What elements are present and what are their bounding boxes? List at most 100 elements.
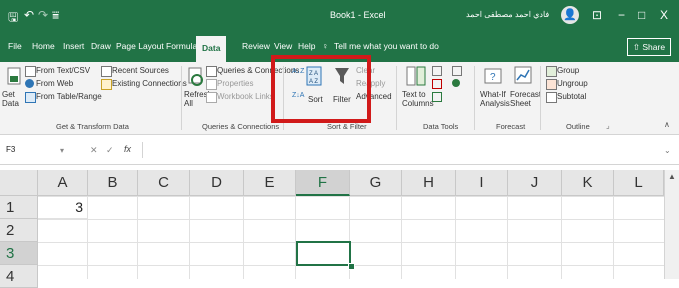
tell-me-box[interactable]: Tell me what you want to do xyxy=(334,41,439,51)
group-label-outline: Outline xyxy=(566,122,590,131)
column-header-d[interactable]: D xyxy=(190,170,244,196)
from-text-csv-button[interactable]: From Text/CSV xyxy=(36,66,90,75)
group-label-sort-filter: Sort & Filter xyxy=(327,122,367,131)
column-header-l[interactable]: L xyxy=(614,170,664,196)
data-validation-icon[interactable] xyxy=(432,92,442,102)
fill-handle[interactable] xyxy=(348,263,355,270)
name-box[interactable]: F3 xyxy=(6,142,68,158)
save-icon[interactable]: 🖫 xyxy=(8,8,18,29)
gridline xyxy=(189,196,190,279)
from-table-range-button[interactable]: From Table/Range xyxy=(36,92,102,101)
row-header-1[interactable]: 1 xyxy=(0,196,38,219)
active-cell-f3[interactable] xyxy=(296,241,351,266)
column-header-j[interactable]: J xyxy=(508,170,562,196)
consolidate-icon[interactable] xyxy=(452,66,462,76)
maximize-button[interactable]: □ xyxy=(638,8,645,22)
scroll-up-arrow-icon[interactable]: ▲ xyxy=(668,172,676,181)
row-header-4[interactable]: 4 xyxy=(0,265,38,288)
workbook-links-button[interactable]: Workbook Links xyxy=(217,92,274,101)
user-avatar-icon[interactable]: 👤 xyxy=(561,6,579,24)
tab-insert[interactable]: Insert xyxy=(63,41,84,51)
worksheet-grid: A B C D E F G H I J K L ▲ 1 2 3 4 3 xyxy=(0,170,679,288)
gridline xyxy=(243,196,244,279)
existing-connections-button[interactable]: Existing Connections xyxy=(112,79,187,88)
ungroup-icon xyxy=(546,79,557,90)
get-data-icon xyxy=(7,67,21,85)
share-icon: ⇧ xyxy=(632,42,643,52)
column-header-h[interactable]: H xyxy=(402,170,456,196)
collapse-ribbon-icon[interactable]: ∧ xyxy=(664,120,670,129)
column-header-f[interactable]: F xyxy=(296,170,350,196)
gridline xyxy=(613,196,614,279)
customize-qat-icon[interactable]: ⩸ xyxy=(52,8,59,23)
confirm-entry-icon[interactable]: ✓ xyxy=(106,145,114,156)
user-name: فادي احمد مصطفى احمد xyxy=(466,10,550,19)
undo-icon[interactable]: ↶ xyxy=(24,8,34,22)
group-separator xyxy=(474,66,475,130)
cancel-entry-icon[interactable]: ✕ xyxy=(90,145,98,156)
title-bar: 🖫 ↶ ↷ ⩸ Book1 - Excel فادي احمد مصطفى اح… xyxy=(0,0,679,32)
existing-connections-icon xyxy=(101,79,112,90)
column-header-e[interactable]: E xyxy=(244,170,296,196)
column-header-a[interactable]: A xyxy=(38,170,88,196)
tab-help[interactable]: Help xyxy=(298,41,315,51)
group-button[interactable]: Group xyxy=(557,66,579,75)
close-button[interactable]: X xyxy=(660,8,668,22)
select-all-corner[interactable] xyxy=(0,170,38,196)
column-header-c[interactable]: C xyxy=(138,170,190,196)
redo-icon[interactable]: ↷ xyxy=(38,8,48,22)
remove-duplicates-icon[interactable] xyxy=(432,79,442,89)
group-label-queries: Queries & Connections xyxy=(202,122,280,131)
forecast-sheet-icon xyxy=(514,66,532,84)
name-box-dropdown-icon[interactable]: ▾ xyxy=(60,146,64,155)
gridline xyxy=(401,196,402,279)
minimize-button[interactable]: − xyxy=(618,8,625,22)
flash-fill-icon[interactable] xyxy=(432,66,442,76)
subtotal-button[interactable]: Subtotal xyxy=(557,92,586,101)
text-to-columns-icon xyxy=(406,66,426,86)
row-header-3[interactable]: 3 xyxy=(0,242,38,265)
ribbon-display-options-button[interactable]: ⊡ xyxy=(592,8,602,22)
column-header-i[interactable]: I xyxy=(456,170,508,196)
ungroup-button[interactable]: Ungroup xyxy=(557,79,588,88)
relationships-icon[interactable] xyxy=(452,79,460,87)
column-header-g[interactable]: G xyxy=(350,170,402,196)
insert-function-icon[interactable]: fx xyxy=(124,144,131,154)
gridline xyxy=(137,196,138,279)
vertical-scrollbar[interactable]: ▲ xyxy=(664,170,679,279)
from-web-button[interactable]: From Web xyxy=(36,79,73,88)
group-label-get-transform: Get & Transform Data xyxy=(56,122,129,131)
subtotal-icon xyxy=(546,92,557,103)
cell-a1[interactable]: 3 xyxy=(38,196,88,219)
formula-bar: F3 ▾ ✕ ✓ fx ⌄ xyxy=(0,136,679,165)
tab-view[interactable]: View xyxy=(274,41,292,51)
get-data-button[interactable]: Get Data xyxy=(2,90,24,108)
text-to-columns-button[interactable]: Text to Columns xyxy=(402,90,434,108)
queries-icon xyxy=(206,66,217,77)
gridline xyxy=(87,196,88,279)
tab-file[interactable]: File xyxy=(8,41,22,51)
properties-button[interactable]: Properties xyxy=(217,79,253,88)
what-if-analysis-button[interactable]: What-If Analysis xyxy=(480,90,510,108)
tab-data[interactable]: Data xyxy=(196,36,227,62)
tab-home[interactable]: Home xyxy=(32,41,55,51)
tab-review[interactable]: Review xyxy=(242,41,270,51)
table-icon xyxy=(25,92,36,103)
expand-formula-bar-icon[interactable]: ⌄ xyxy=(664,146,671,155)
group-label-forecast: Forecast xyxy=(496,122,526,131)
tab-draw[interactable]: Draw xyxy=(91,41,111,51)
row-header-2[interactable]: 2 xyxy=(0,219,38,242)
refresh-all-button[interactable]: Refresh All xyxy=(184,90,212,108)
workbook-links-icon xyxy=(206,92,217,103)
gridline xyxy=(295,196,296,279)
column-header-k[interactable]: K xyxy=(562,170,614,196)
share-button[interactable]: ⇧ Share xyxy=(627,38,671,56)
tab-page-layout[interactable]: Page Layout xyxy=(116,41,164,51)
gridline xyxy=(455,196,456,279)
forecast-sheet-button[interactable]: Forecast Sheet xyxy=(510,90,541,108)
recent-sources-button[interactable]: Recent Sources xyxy=(112,66,169,75)
dialog-launcher-icon[interactable]: ⌟ xyxy=(606,121,610,130)
column-header-b[interactable]: B xyxy=(88,170,138,196)
formula-input[interactable] xyxy=(142,142,673,158)
sort-filter-highlight-box xyxy=(271,55,371,123)
